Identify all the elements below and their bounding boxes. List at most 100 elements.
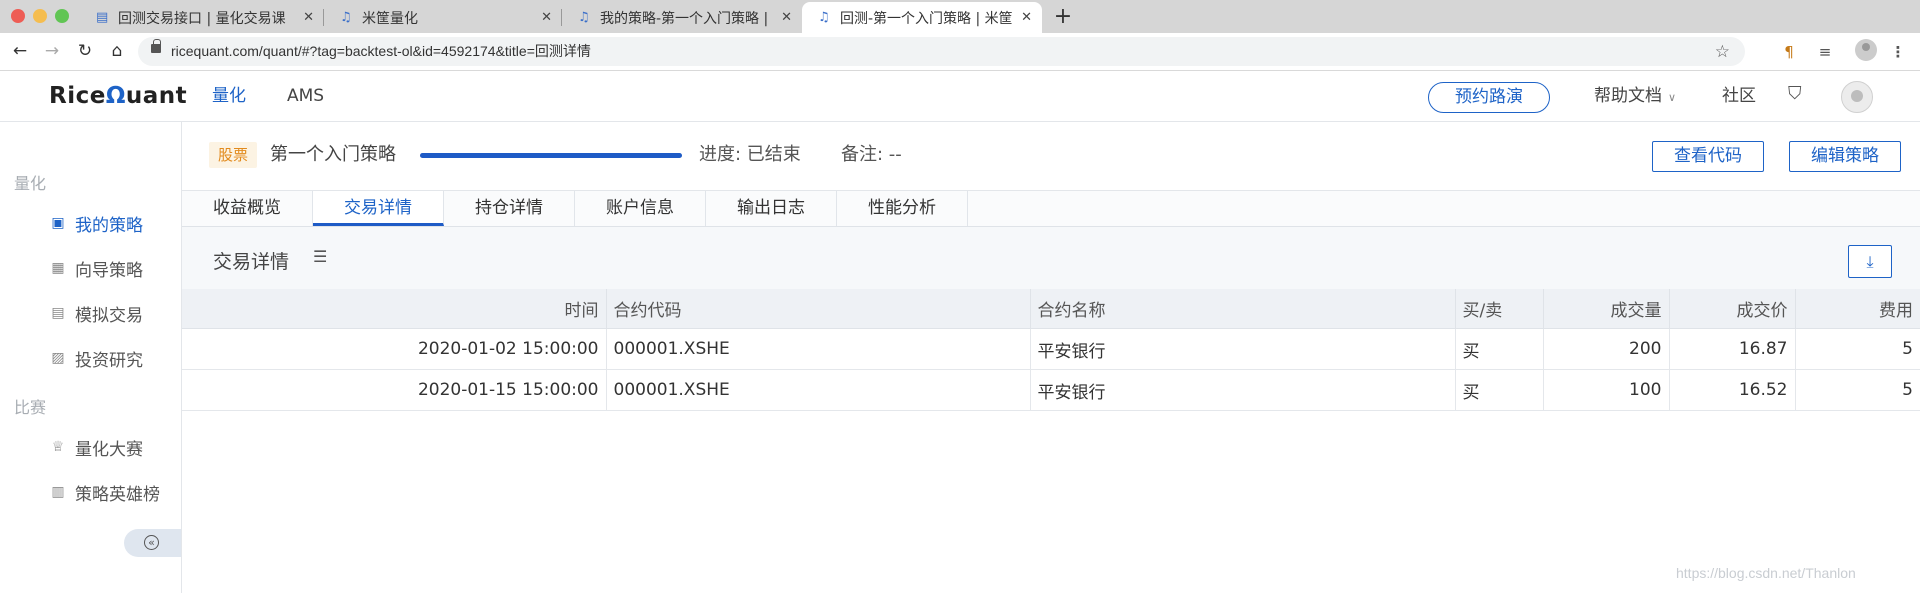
sidebar-section-title: 比赛	[14, 398, 47, 417]
extension-pilcrow-icon[interactable]: ¶	[1777, 40, 1801, 64]
window-maximize-button[interactable]	[55, 9, 69, 23]
browser-menu-icon[interactable]: ⋮	[1886, 40, 1910, 64]
browser-toolbar: ← → ↻ ⌂ ricequant.com/quant/#?tag=backte…	[0, 33, 1920, 71]
sidebar-collapse-button[interactable]: «	[124, 529, 181, 557]
bell-icon: ♫	[818, 10, 830, 25]
strategy-chart-icon: ▣	[51, 215, 65, 231]
sidebar-item-label: 向导策略	[75, 260, 143, 281]
help-docs-menu[interactable]: 帮助文档 ∨	[1594, 71, 1676, 123]
chevron-down-icon: ∨	[1668, 91, 1677, 104]
sidebar-item-label: 我的策略	[75, 215, 143, 236]
tab-trade-details[interactable]: 交易详情	[313, 191, 444, 226]
close-icon[interactable]: ✕	[303, 10, 314, 25]
cell-side: 买	[1454, 328, 1544, 370]
trades-table: 时间 合约代码 合约名称 买/卖 成交量 成交价 费用 2020-01-02 1…	[182, 289, 1920, 411]
window-minimize-button[interactable]	[33, 9, 47, 23]
media-queue-icon[interactable]: ≡	[1813, 40, 1837, 64]
column-header-side[interactable]: 买/卖	[1454, 289, 1544, 329]
browser-tab-active[interactable]: ♫ 回测-第一个入门策略 | 米筐 ✕	[802, 2, 1042, 33]
nav-community[interactable]: 社区	[1722, 71, 1756, 121]
download-icon: ⤓	[1866, 252, 1874, 271]
window-close-button[interactable]	[11, 9, 25, 23]
column-header-price[interactable]: 成交价	[1668, 289, 1796, 329]
close-icon[interactable]: ✕	[541, 10, 552, 25]
progress-status: 进度: 已结束	[699, 144, 801, 165]
address-bar[interactable]: ricequant.com/quant/#?tag=backtest-ol&id…	[138, 37, 1745, 66]
logo-text-start: Rice	[49, 83, 106, 109]
lock-icon	[151, 39, 161, 53]
column-header-name[interactable]: 合约名称	[1029, 289, 1456, 329]
sidebar-item-label: 模拟交易	[75, 305, 143, 326]
sidebar-item-wizard-strategies[interactable]: ▦ 向导策略	[47, 256, 143, 281]
book-icon: ▤	[96, 10, 109, 25]
tab-output-log[interactable]: 输出日志	[706, 191, 837, 226]
browser-tab[interactable]: ♫ 我的策略-第一个入门策略 | ✕	[562, 2, 802, 33]
tab-performance-analysis[interactable]: 性能分析	[837, 191, 968, 226]
sidebar-item-label: 策略英雄榜	[75, 484, 160, 505]
bookmark-star-icon[interactable]: ☆	[1715, 42, 1730, 62]
view-code-button[interactable]: 查看代码	[1652, 141, 1764, 172]
bell-icon: ♫	[340, 10, 352, 25]
help-docs-label: 帮助文档	[1594, 86, 1662, 106]
app-header: RiceΩuant 量化 AMS 预约路演 帮助文档 ∨ 社区 ⛉	[0, 71, 1920, 122]
logo-text-end: uant	[125, 83, 188, 109]
sidebar: 量化 ▣ 我的策略 ▦ 向导策略 ▤ 模拟交易 ▨ 投资研究 比赛 ♕ 量化大赛…	[0, 122, 182, 593]
cell-code: 000001.XSHE	[605, 328, 1031, 370]
nav-ams[interactable]: AMS	[287, 71, 324, 121]
watermark: https://blog.csdn.net/Thanlon	[1676, 565, 1856, 581]
close-icon[interactable]: ✕	[1021, 10, 1032, 25]
research-icon: ▨	[51, 350, 65, 366]
nav-quant[interactable]: 量化	[212, 71, 246, 121]
column-header-volume[interactable]: 成交量	[1542, 289, 1670, 329]
sidebar-item-paper-trading[interactable]: ▤ 模拟交易	[47, 301, 143, 326]
book-roadshow-button[interactable]: 预约路演	[1428, 82, 1550, 113]
tshirt-icon[interactable]: ⛉	[1788, 83, 1802, 104]
progress-bar	[420, 153, 682, 158]
browser-tab[interactable]: ♫ 米筐量化 ✕	[324, 2, 562, 33]
trophy-icon: ♕	[51, 439, 65, 455]
column-header-time[interactable]: 时间	[182, 289, 607, 329]
list-icon[interactable]: ☰	[313, 247, 327, 266]
reload-icon[interactable]: ↻	[73, 39, 97, 63]
cell-name: 平安银行	[1029, 328, 1456, 370]
sidebar-item-competition[interactable]: ♕ 量化大赛	[47, 435, 143, 460]
browser-tab-strip: ▤ 回测交易接口 | 量化交易课 ✕ ♫ 米筐量化 ✕ ♫ 我的策略-第一个入门…	[0, 0, 1920, 33]
cell-price: 16.52	[1668, 369, 1796, 411]
new-tab-button[interactable]: +	[1052, 3, 1074, 31]
double-chevron-left-icon: «	[144, 535, 159, 550]
ricequant-logo[interactable]: RiceΩuant	[49, 83, 187, 109]
profile-avatar-icon[interactable]	[1855, 39, 1877, 61]
forward-icon[interactable]: →	[40, 39, 64, 63]
edit-strategy-button[interactable]: 编辑策略	[1789, 141, 1901, 172]
simulation-icon: ▤	[51, 305, 65, 321]
bell-icon: ♫	[578, 10, 590, 25]
logo-mark: Ω	[105, 83, 126, 109]
tab-account-info[interactable]: 账户信息	[575, 191, 706, 226]
sidebar-item-label: 投资研究	[75, 350, 143, 371]
cell-time: 2020-01-02 15:00:00	[182, 328, 607, 370]
tab-returns-overview[interactable]: 收益概览	[182, 191, 313, 226]
column-header-fee[interactable]: 费用	[1794, 289, 1920, 329]
home-icon[interactable]: ⌂	[105, 39, 129, 63]
trade-details-header: 交易详情 ☰ ⤓	[182, 227, 1920, 289]
column-header-code[interactable]: 合约代码	[605, 289, 1031, 329]
back-icon[interactable]: ←	[8, 39, 32, 63]
user-avatar[interactable]	[1841, 81, 1873, 113]
sidebar-item-research[interactable]: ▨ 投资研究	[47, 346, 143, 371]
sidebar-section-title: 量化	[14, 174, 47, 193]
cell-name: 平安银行	[1029, 369, 1456, 411]
sidebar-item-label: 量化大赛	[75, 439, 143, 460]
wizard-icon: ▦	[51, 260, 65, 276]
strategy-name: 第一个入门策略	[270, 144, 396, 165]
section-title: 交易详情	[213, 251, 290, 273]
cell-volume: 200	[1542, 328, 1670, 370]
download-button[interactable]: ⤓	[1848, 245, 1892, 278]
sidebar-item-my-strategies[interactable]: ▣ 我的策略	[47, 211, 143, 236]
browser-tab[interactable]: ▤ 回测交易接口 | 量化交易课 ✕	[80, 2, 324, 33]
close-icon[interactable]: ✕	[781, 10, 792, 25]
url-text[interactable]: ricequant.com/quant/#?tag=backtest-ol&id…	[171, 37, 591, 66]
tab-position-details[interactable]: 持仓详情	[444, 191, 575, 226]
table-row: 2020-01-15 15:00:00 000001.XSHE 平安银行 买 1…	[182, 369, 1920, 411]
strategy-info-bar: 股票 第一个入门策略 进度: 已结束 备注: -- 查看代码 编辑策略	[182, 122, 1920, 191]
sidebar-item-leaderboard[interactable]: ▥ 策略英雄榜	[47, 480, 160, 505]
